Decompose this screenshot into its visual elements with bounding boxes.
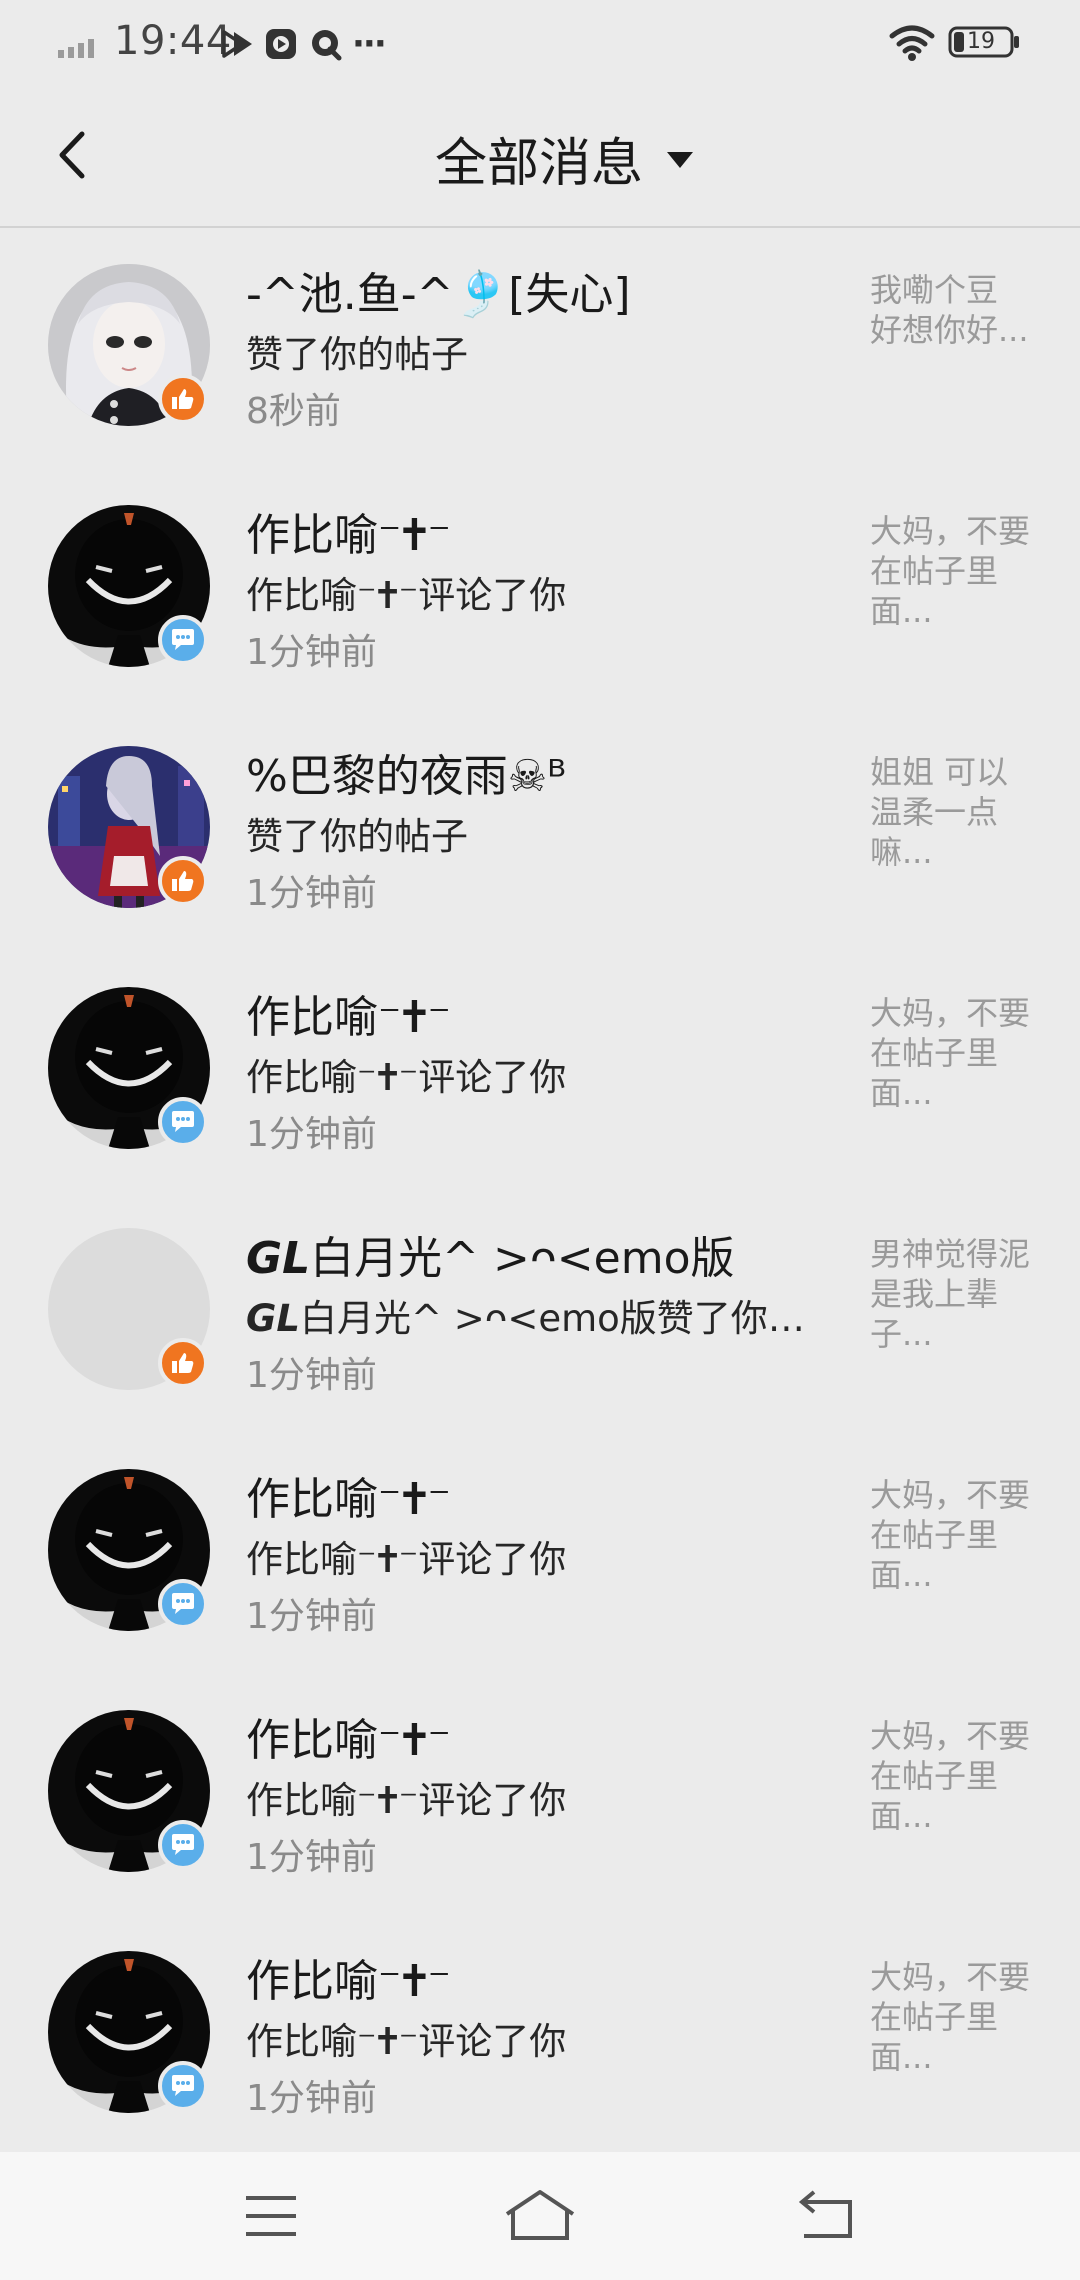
sender-name: -^池.鱼-^🎐[失心]: [246, 269, 631, 320]
wifi-icon: [889, 25, 935, 61]
message-item[interactable]: GL白月光^ >ᴖ<emo版 GL白月光^ >ᴖ<emo版赞了你的帖子 1分钟前…: [0, 1192, 1080, 1433]
sender-name: 作比喻⁻🕇⁻: [246, 1956, 451, 2007]
message-list: -^池.鱼-^🎐[失心] 赞了你的帖子 8秒前 我嘞个豆 好想你好... 作比喻…: [0, 228, 1080, 2156]
comment-icon: [172, 1111, 194, 1132]
comment-badge: [158, 2061, 208, 2111]
message-action: 作比喻⁻🕇⁻评论了你: [246, 1779, 567, 1822]
back-nav-button[interactable]: [780, 2184, 870, 2248]
comment-icon: [172, 1834, 194, 1855]
comment-badge: [158, 615, 208, 665]
message-item[interactable]: %巴黎的夜雨☠ᴮ 赞了你的帖子 1分钟前 姐姐 可以温柔一点嘛...: [0, 710, 1080, 951]
more-notifications-icon: ···: [352, 24, 387, 64]
action-prefix: GL: [246, 1297, 300, 1340]
comment-icon: [172, 629, 194, 650]
sender-name: 作比喻⁻🕇⁻: [246, 1715, 451, 1766]
message-time: 1分钟前: [246, 1355, 377, 1396]
comment-badge: [158, 1097, 208, 1147]
message-item[interactable]: 作比喻⁻🕇⁻ 作比喻⁻🕇⁻评论了你 1分钟前 大妈，不要在帖子里面...: [0, 1433, 1080, 1674]
post-preview: 大妈，不要在帖子里面...: [870, 1717, 1031, 1835]
caret-down-icon: [667, 152, 693, 168]
message-time: 1分钟前: [246, 1114, 377, 1155]
message-action: 赞了你的帖子: [246, 815, 468, 858]
signal-icon: [58, 39, 94, 58]
message-action: GL白月光^ >ᴖ<emo版赞了你的帖子: [246, 1288, 831, 1342]
system-navigation-bar: [0, 2152, 1080, 2280]
post-preview: 大妈，不要在帖子里面...: [870, 1476, 1031, 1594]
sender-name: GL白月光^ >ᴖ<emo版: [246, 1222, 836, 1286]
message-item[interactable]: 作比喻⁻🕇⁻ 作比喻⁻🕇⁻评论了你 1分钟前 大妈，不要在帖子里面...: [0, 951, 1080, 1192]
status-bar: 19:44 ··· 19: [0, 0, 1080, 90]
message-action: 作比喻⁻🕇⁻评论了你: [246, 1538, 567, 1581]
message-time: 1分钟前: [246, 632, 377, 673]
message-item[interactable]: -^池.鱼-^🎐[失心] 赞了你的帖子 8秒前 我嘞个豆 好想你好...: [0, 228, 1080, 469]
message-item[interactable]: 作比喻⁻🕇⁻ 作比喻⁻🕇⁻评论了你 1分钟前 大妈，不要在帖子里面...: [0, 469, 1080, 710]
video-play-icon: [222, 30, 252, 58]
home-icon: [505, 2190, 575, 2240]
post-preview: 大妈，不要在帖子里面...: [870, 512, 1031, 630]
like-badge: [158, 1338, 208, 1388]
action-text: 白月光^ >ᴖ<emo版赞了你的帖子: [299, 1297, 831, 1340]
media-player-icon: [266, 29, 296, 59]
message-action: 作比喻⁻🕇⁻评论了你: [246, 574, 567, 617]
comment-icon: [172, 1593, 194, 1614]
message-action: 作比喻⁻🕇⁻评论了你: [246, 2020, 567, 2063]
name-prefix: GL: [246, 1233, 311, 1284]
comment-icon: [172, 2075, 194, 2096]
thumbs-up-icon: [172, 1353, 194, 1373]
sender-name: 作比喻⁻🕇⁻: [246, 510, 451, 561]
post-preview: 大妈，不要在帖子里面...: [870, 994, 1031, 1112]
battery-level: 19: [967, 29, 995, 54]
message-time: 1分钟前: [246, 2078, 377, 2119]
message-action: 赞了你的帖子: [246, 333, 468, 376]
name-text: 白月光^ >ᴖ<emo版: [310, 1233, 735, 1284]
menu-button[interactable]: [226, 2184, 316, 2248]
sender-name: 作比喻⁻🕇⁻: [246, 1474, 451, 1525]
message-item[interactable]: 作比喻⁻🕇⁻ 作比喻⁻🕇⁻评论了你 1分钟前 大妈，不要在帖子里面...: [0, 1674, 1080, 1915]
message-time: 8秒前: [246, 391, 341, 432]
thumbs-up-icon: [172, 871, 194, 891]
page-title: 全部消息: [434, 133, 643, 194]
post-preview: 大妈，不要在帖子里面...: [870, 1958, 1031, 2076]
back-icon: [798, 2190, 852, 2238]
message-action: 作比喻⁻🕇⁻评论了你: [246, 1056, 567, 1099]
post-preview: 男神觉得泥是我上辈子...: [870, 1235, 1031, 1353]
chat-app-icon: [312, 30, 342, 61]
like-badge: [158, 374, 208, 424]
like-badge: [158, 856, 208, 906]
menu-icon: [246, 2196, 296, 2236]
post-preview: 我嘞个豆 好想你好...: [870, 271, 1029, 349]
comment-badge: [158, 1579, 208, 1629]
status-notification-icons: ···: [220, 24, 387, 64]
comment-badge: [158, 1820, 208, 1870]
message-filter-dropdown[interactable]: 全部消息: [0, 90, 1080, 226]
post-preview: 姐姐 可以温柔一点嘛...: [870, 753, 1009, 871]
home-button[interactable]: [495, 2184, 585, 2248]
message-time: 1分钟前: [246, 1837, 377, 1878]
message-item[interactable]: 作比喻⁻🕇⁻ 作比喻⁻🕇⁻评论了你 1分钟前 大妈，不要在帖子里面...: [0, 1915, 1080, 2156]
sender-name: 作比喻⁻🕇⁻: [246, 992, 451, 1043]
sender-name: %巴黎的夜雨☠ᴮ: [246, 751, 567, 802]
message-time: 1分钟前: [246, 873, 377, 914]
message-time: 1分钟前: [246, 1596, 377, 1637]
thumbs-up-icon: [172, 389, 194, 409]
status-time: 19:44: [114, 18, 232, 64]
header: 全部消息: [0, 90, 1080, 228]
